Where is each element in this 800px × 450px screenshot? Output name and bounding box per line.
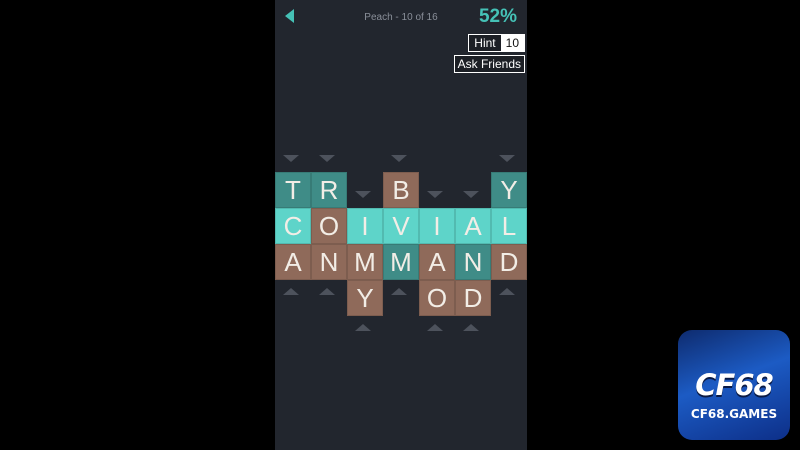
letter-tile[interactable]: Y: [347, 280, 383, 316]
letter-tile[interactable]: D: [491, 244, 527, 280]
game-screen: Peach - 10 of 16 52% Hint 10 Ask Friends…: [275, 0, 527, 450]
column-down-arrow-icon: [355, 191, 371, 198]
column-down-arrow-icon: [499, 155, 515, 162]
letter-tile[interactable]: O: [419, 280, 455, 316]
completion-percent: 52%: [478, 6, 517, 27]
letter-tile[interactable]: Y: [491, 172, 527, 208]
logo-text: CF68: [695, 368, 773, 402]
logo-subtext: CF68.GAMES: [690, 407, 778, 421]
cf68-watermark-logo: CF68 CF68.GAMES: [678, 330, 790, 440]
letter-tile[interactable]: N: [455, 244, 491, 280]
letter-tile[interactable]: A: [455, 208, 491, 244]
letter-tile[interactable]: T: [275, 172, 311, 208]
letter-tile[interactable]: I: [347, 208, 383, 244]
hint-button[interactable]: Hint 10: [468, 34, 525, 52]
letter-tile[interactable]: M: [347, 244, 383, 280]
column-up-arrow-icon: [355, 324, 371, 331]
letter-tile[interactable]: O: [311, 208, 347, 244]
column-up-arrow-icon: [319, 288, 335, 295]
letter-tile[interactable]: C: [275, 208, 311, 244]
letter-tile[interactable]: M: [383, 244, 419, 280]
column-down-arrow-icon: [283, 155, 299, 162]
column-down-arrow-icon: [391, 155, 407, 162]
letter-tile[interactable]: L: [491, 208, 527, 244]
letter-tile[interactable]: N: [311, 244, 347, 280]
ask-friends-button[interactable]: Ask Friends: [453, 55, 525, 73]
column-down-arrow-icon: [463, 191, 479, 198]
column-down-arrow-icon: [319, 155, 335, 162]
column-up-arrow-icon: [499, 288, 515, 295]
column-up-arrow-icon: [427, 324, 443, 331]
column-up-arrow-icon: [391, 288, 407, 295]
letter-tile[interactable]: A: [419, 244, 455, 280]
letter-tile[interactable]: V: [383, 208, 419, 244]
letter-tile[interactable]: R: [311, 172, 347, 208]
letter-tile[interactable]: B: [383, 172, 419, 208]
letter-tile[interactable]: I: [419, 208, 455, 244]
hint-label: Hint: [469, 35, 501, 51]
column-up-arrow-icon: [463, 324, 479, 331]
column-up-arrow-icon: [283, 288, 299, 295]
letter-tile[interactable]: A: [275, 244, 311, 280]
hint-count: 10: [500, 35, 524, 51]
column-down-arrow-icon: [427, 191, 443, 198]
letter-tile[interactable]: D: [455, 280, 491, 316]
